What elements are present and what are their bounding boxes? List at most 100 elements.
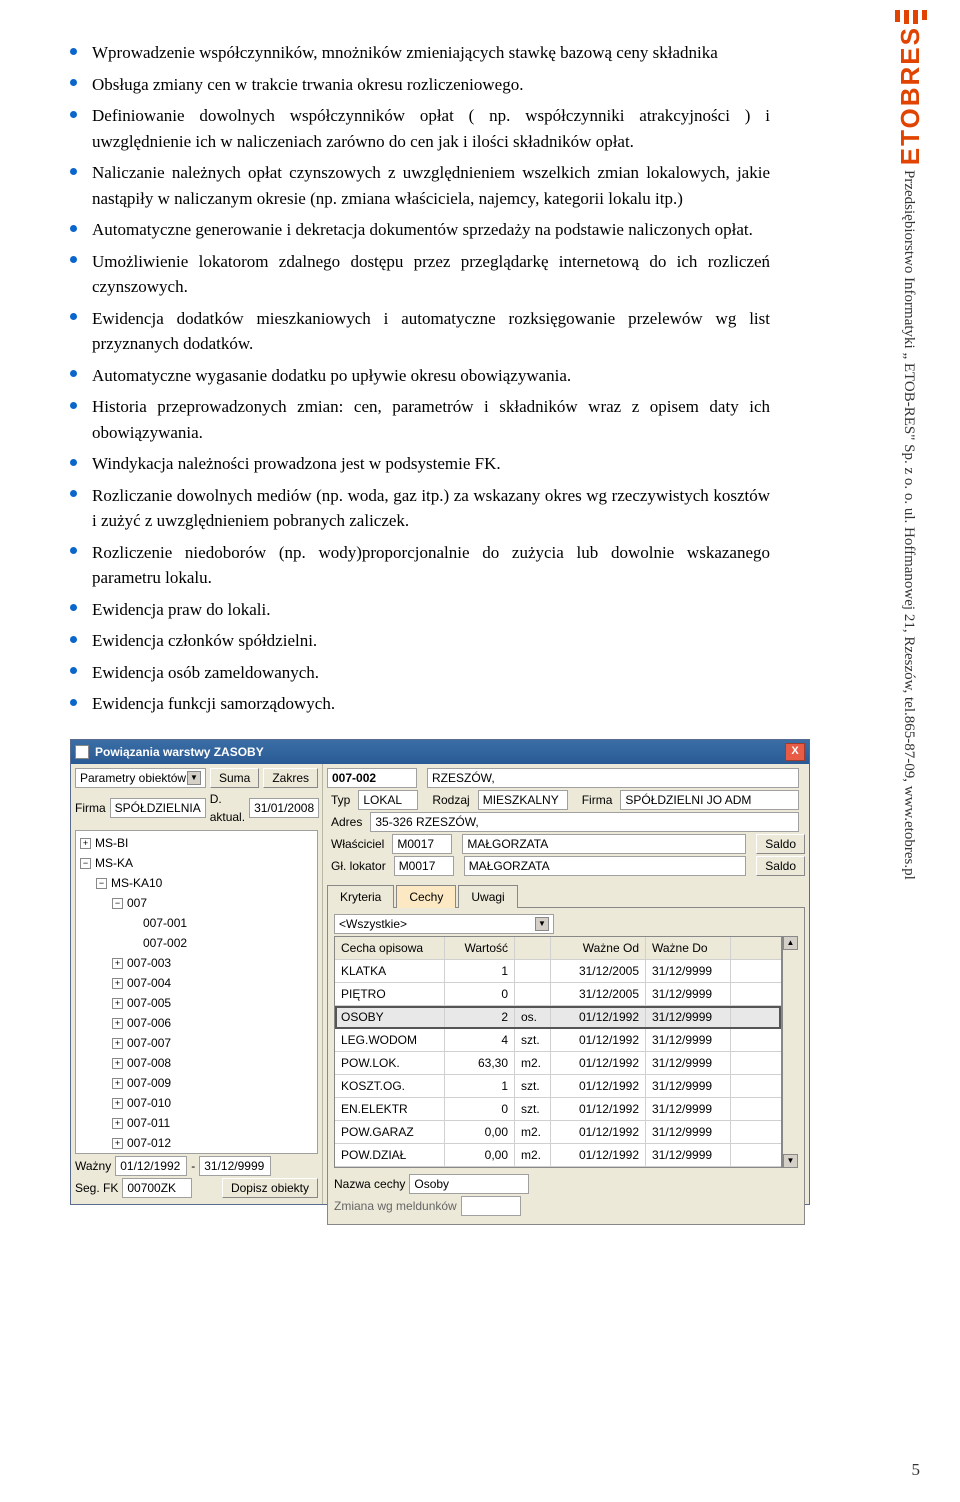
close-button[interactable]: X <box>785 743 805 761</box>
tree-item[interactable]: +007-005 <box>78 993 315 1013</box>
dopisz-button[interactable]: Dopisz obiekty <box>222 1178 318 1198</box>
page-number: 5 <box>912 1457 921 1483</box>
feature-item: Ewidencja funkcji samorządowych. <box>70 691 770 717</box>
company-info: Przedsiębiorstwo Informatyki „ ETOB-RES"… <box>898 170 921 1440</box>
expand-icon[interactable]: + <box>112 1098 123 1109</box>
window-title: Powiązania warstwy ZASOBY <box>95 743 264 761</box>
tenant-id: M0017 <box>394 856 454 876</box>
firma-rp-field: SPÓŁDZIELNI JO ADM <box>620 790 799 810</box>
collapse-icon[interactable]: − <box>96 878 107 889</box>
wazny-from[interactable]: 01/12/1992 <box>115 1156 187 1176</box>
zakres-button[interactable]: Zakres <box>263 768 318 788</box>
tree-item[interactable]: +007-009 <box>78 1073 315 1093</box>
feature-item: Automatyczne generowanie i dekretacja do… <box>70 217 770 243</box>
tab-kryteria[interactable]: Kryteria <box>327 885 394 908</box>
expand-icon[interactable]: + <box>80 838 91 849</box>
firma-field: SPÓŁDZIELNIA <box>110 798 206 818</box>
tree-item[interactable]: +007-008 <box>78 1053 315 1073</box>
collapse-icon[interactable]: − <box>80 858 91 869</box>
tree-item[interactable]: +007-010 <box>78 1093 315 1113</box>
feature-item: Definiowanie dowolnych współczynników op… <box>70 103 770 154</box>
grid-scrollbar[interactable]: ▲ ▼ <box>782 936 798 1168</box>
table-row[interactable]: POW.LOK.63,30m2.01/12/199231/12/9999 <box>335 1052 781 1075</box>
tab-uwagi[interactable]: Uwagi <box>458 885 517 908</box>
app-icon <box>75 745 89 759</box>
tree-item[interactable]: 007-001 <box>78 913 315 933</box>
feature-item: Rozliczenie niedoborów (np. wody)proporc… <box>70 540 770 591</box>
scroll-down-icon[interactable]: ▼ <box>783 1154 798 1168</box>
adres-field: 35-326 RZESZÓW, <box>370 812 799 832</box>
tree-item[interactable]: −MS-KA10 <box>78 873 315 893</box>
collapse-icon[interactable]: − <box>112 898 123 909</box>
tree-item[interactable]: +007-004 <box>78 973 315 993</box>
app-window: Powiązania warstwy ZASOBY X Parametry ob… <box>70 739 810 1205</box>
tree-item[interactable]: +007-006 <box>78 1013 315 1033</box>
typ-field: LOKAL <box>358 790 418 810</box>
table-row[interactable]: EN.ELEKTR0szt.01/12/199231/12/9999 <box>335 1098 781 1121</box>
expand-icon[interactable]: + <box>112 1078 123 1089</box>
tree-item[interactable]: +007-013 <box>78 1153 315 1154</box>
tree-item[interactable]: +007-012 <box>78 1133 315 1153</box>
scroll-up-icon[interactable]: ▲ <box>783 936 798 950</box>
feature-item: Naliczanie należnych opłat czynszowych z… <box>70 160 770 211</box>
table-row[interactable]: LEG.WODOM4szt.01/12/199231/12/9999 <box>335 1029 781 1052</box>
expand-icon[interactable]: + <box>112 1138 123 1149</box>
tree-item[interactable]: −MS-KA <box>78 853 315 873</box>
tree-item[interactable]: +007-003 <box>78 953 315 973</box>
feature-item: Ewidencja praw do lokali. <box>70 597 770 623</box>
feature-item: Obsługa zmiany cen w trakcie trwania okr… <box>70 72 770 98</box>
feature-item: Historia przeprowadzonych zmian: cen, pa… <box>70 394 770 445</box>
table-row[interactable]: POW.DZIAŁ0,00m2.01/12/199231/12/9999 <box>335 1144 781 1167</box>
chevron-down-icon: ▼ <box>187 771 201 785</box>
expand-icon[interactable]: + <box>112 958 123 969</box>
tree-item[interactable]: 007-002 <box>78 933 315 953</box>
expand-icon[interactable]: + <box>112 1038 123 1049</box>
seg-field[interactable]: 00700ZK <box>122 1178 192 1198</box>
tree-item[interactable]: +MS-BI <box>78 833 315 853</box>
feature-list: Wprowadzenie współczynników, mnożników z… <box>70 40 770 717</box>
zmiana-field[interactable] <box>461 1196 521 1216</box>
object-tree[interactable]: +MS-BI−MS-KA−MS-KA10−007007-001007-002+0… <box>75 830 318 1154</box>
expand-icon[interactable]: + <box>112 998 123 1009</box>
feature-item: Ewidencja członków spółdzielni. <box>70 628 770 654</box>
wazny-label: Ważny <box>75 1157 111 1175</box>
table-row[interactable]: KLATKA131/12/200531/12/9999 <box>335 960 781 983</box>
expand-icon[interactable]: + <box>112 1018 123 1029</box>
owner-id: M0017 <box>392 834 452 854</box>
owner-name: MAŁGORZATA <box>462 834 746 854</box>
feature-item: Ewidencja osób zameldowanych. <box>70 660 770 686</box>
nazwa-cechy-field[interactable]: Osoby <box>409 1174 529 1194</box>
suma-button[interactable]: Suma <box>210 768 259 788</box>
wazny-to[interactable]: 31/12/9999 <box>199 1156 271 1176</box>
tenant-name: MAŁGORZATA <box>464 856 747 876</box>
expand-icon[interactable]: + <box>112 1118 123 1129</box>
company-logo: ETOBRES <box>891 10 930 165</box>
tree-item[interactable]: +007-011 <box>78 1113 315 1133</box>
table-row[interactable]: OSOBY2os.01/12/199231/12/9999 <box>335 1006 781 1029</box>
attributes-grid[interactable]: Cecha opisowa Wartość Ważne Od Ważne Do … <box>334 936 782 1168</box>
expand-icon[interactable]: + <box>112 978 123 989</box>
feature-item: Windykacja należności prowadzona jest w … <box>70 451 770 477</box>
firma-label: Firma <box>75 799 106 817</box>
feature-item: Wprowadzenie współczynników, mnożników z… <box>70 40 770 66</box>
tree-item[interactable]: +007-007 <box>78 1033 315 1053</box>
table-row[interactable]: PIĘTRO031/12/200531/12/9999 <box>335 983 781 1006</box>
saldo-button-2[interactable]: Saldo <box>756 856 805 876</box>
titlebar: Powiązania warstwy ZASOBY X <box>71 740 809 764</box>
date-field: 31/01/2008 <box>249 798 319 818</box>
tree-item[interactable]: −007 <box>78 893 315 913</box>
expand-icon[interactable]: + <box>112 1058 123 1069</box>
grid-header: Cecha opisowa Wartość Ważne Od Ważne Do <box>335 937 781 960</box>
tab-cechy[interactable]: Cechy <box>396 885 456 908</box>
feature-item: Umożliwienie lokatorom zdalnego dostępu … <box>70 249 770 300</box>
object-id: 007-002 <box>327 768 417 788</box>
table-row[interactable]: KOSZT.OG.1szt.01/12/199231/12/9999 <box>335 1075 781 1098</box>
saldo-button-1[interactable]: Saldo <box>756 834 805 854</box>
feature-item: Rozliczanie dowolnych mediów (np. woda, … <box>70 483 770 534</box>
filter-dropdown[interactable]: <Wszystkie> ▼ <box>334 914 554 934</box>
tabs: Kryteria Cechy Uwagi <box>327 884 805 907</box>
parameters-dropdown[interactable]: Parametry obiektów ▼ <box>75 768 206 788</box>
left-pane: Parametry obiektów ▼ Suma Zakres Firma S… <box>71 764 323 1204</box>
tab-panel: <Wszystkie> ▼ Cecha opisowa Wartość <box>327 907 805 1225</box>
table-row[interactable]: POW.GARAZ0,00m2.01/12/199231/12/9999 <box>335 1121 781 1144</box>
